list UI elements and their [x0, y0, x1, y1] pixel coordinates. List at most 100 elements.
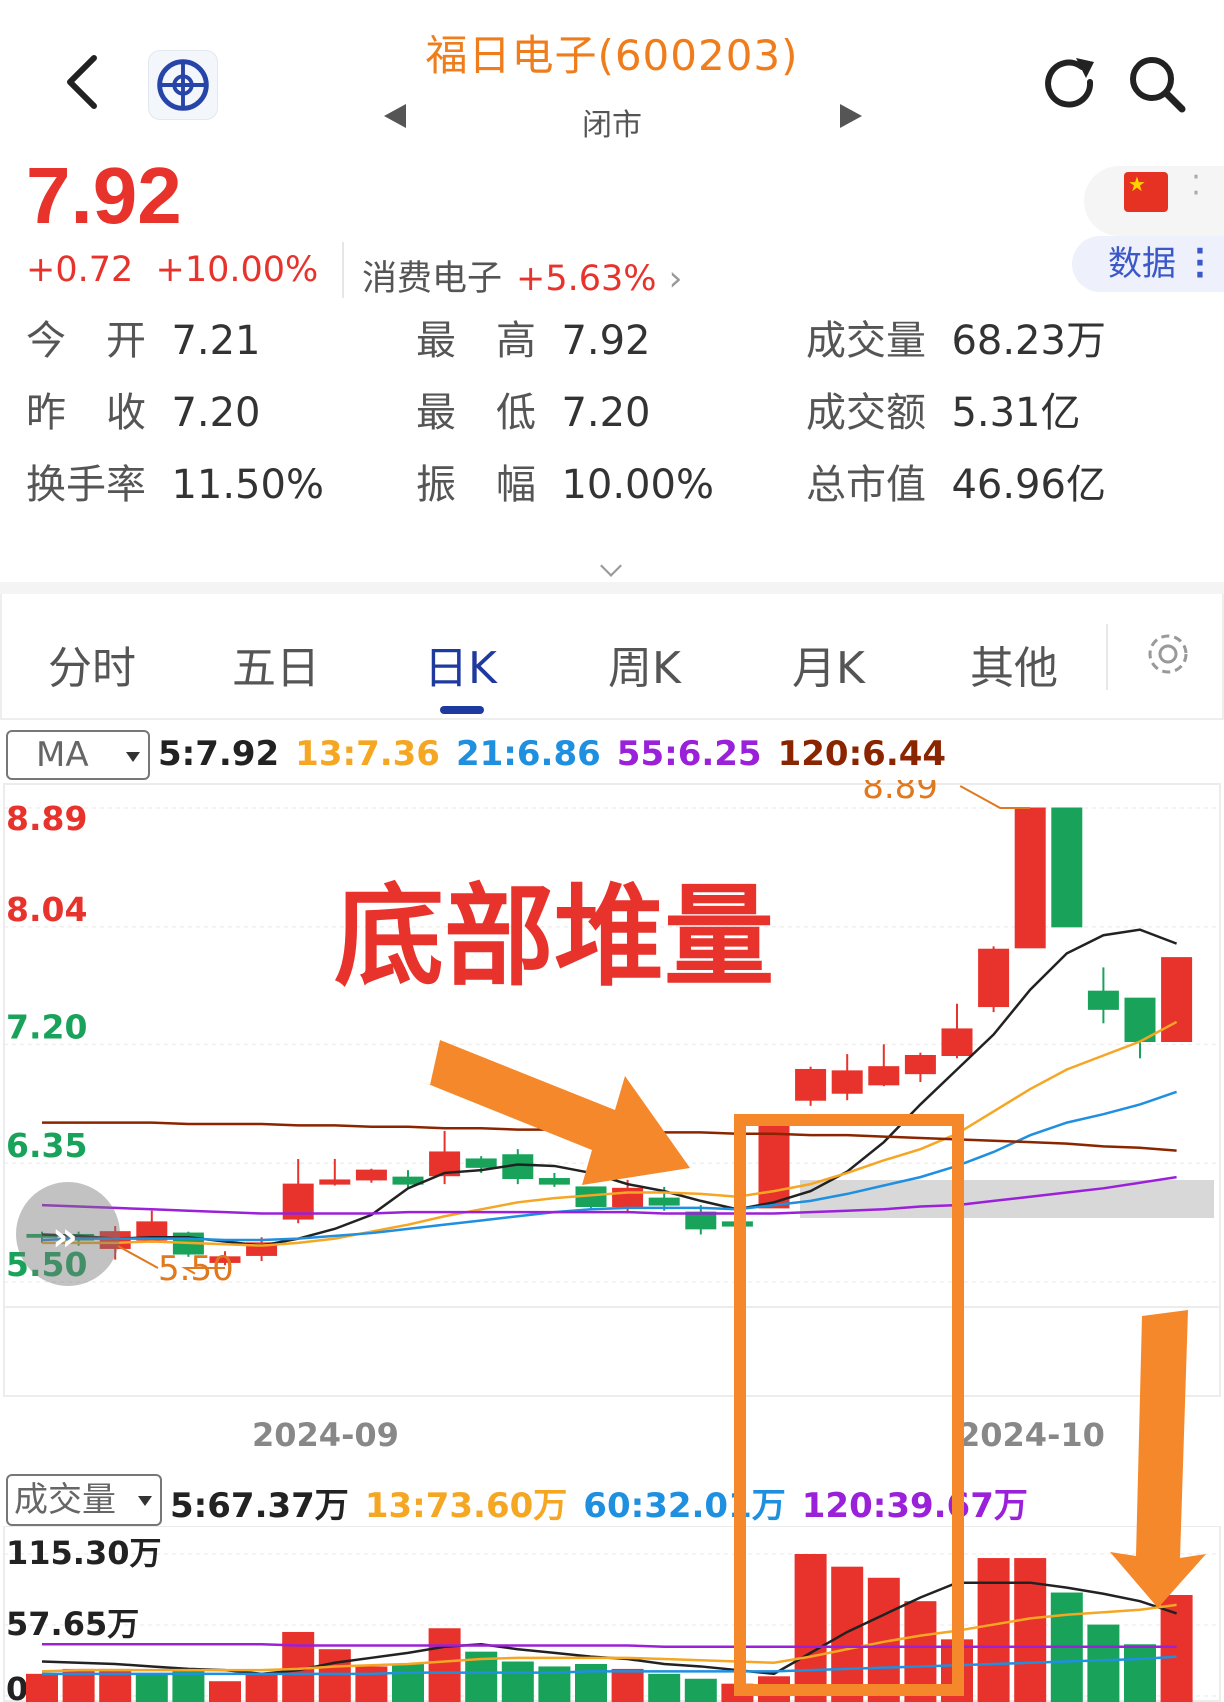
- volume-bar: [648, 1673, 681, 1702]
- dropdown-arrow-icon: [126, 752, 140, 762]
- volume-indicator-select[interactable]: 成交量: [6, 1474, 162, 1526]
- volume-ma-value: 5:67.37万: [170, 1486, 349, 1526]
- search-icon[interactable]: [1125, 52, 1189, 116]
- divider: [1106, 624, 1108, 690]
- price-change: +0.72 +10.00%: [26, 250, 318, 290]
- low-marker-label: 5.50: [158, 1249, 234, 1289]
- volume-bar: [758, 1676, 790, 1702]
- sector-link[interactable]: 消费电子 +5.63% ›: [362, 250, 683, 301]
- current-price: 7.92: [26, 151, 182, 240]
- volume-bar: [831, 1566, 864, 1702]
- chevron-right-icon: ›: [668, 259, 683, 299]
- y-tick-label: 8.04: [6, 890, 87, 929]
- change-percent: +10.00%: [155, 250, 319, 290]
- volume-chart[interactable]: 115.30万 57.65万 0: [0, 1526, 1224, 1702]
- candle: [978, 948, 1010, 1008]
- volume-bar: [794, 1554, 827, 1702]
- annotation-text: 底部堆量: [334, 873, 774, 1001]
- volume-y-tick-label: 0: [6, 1670, 28, 1702]
- candle: [1014, 807, 1046, 949]
- volume-ma-value: 13:73.60万: [364, 1486, 568, 1526]
- candle: [721, 1221, 753, 1227]
- candle: [941, 1028, 973, 1056]
- x-tick-label: 2024-10: [958, 1416, 1105, 1454]
- candle: [538, 1178, 570, 1185]
- section-gap: [0, 582, 1224, 594]
- stat-high: 最 高 7.92: [416, 318, 651, 364]
- volume-bar: [26, 1673, 58, 1702]
- stat-open: 今 开 7.21: [26, 318, 261, 364]
- volume-ma-value: 120:39.67万: [801, 1486, 1028, 1526]
- high-marker-line: [959, 785, 1031, 809]
- volume-y-tick-label: 57.65万: [6, 1605, 139, 1643]
- y-tick-label: 6.35: [6, 1126, 87, 1165]
- volume-bar: [1124, 1644, 1156, 1702]
- high-marker-label: 8.89: [862, 780, 938, 807]
- volume-bar: [977, 1558, 1010, 1702]
- candle: [795, 1068, 827, 1101]
- tab-weekly-k[interactable]: 周K: [608, 632, 681, 696]
- chart-tabs: 分时 五日 日K 周K 月K 其他: [0, 594, 1224, 720]
- volume-bar: [1014, 1558, 1047, 1702]
- y-tick-label: 7.20: [6, 1007, 87, 1046]
- volume-bar: [501, 1661, 534, 1702]
- sector-name: 消费电子: [362, 259, 503, 299]
- active-tab-indicator: [440, 706, 484, 714]
- ma-value: 55:6.25: [616, 734, 762, 774]
- candle: [758, 1123, 790, 1209]
- candle: [904, 1054, 936, 1075]
- volume-bar: [611, 1668, 644, 1702]
- stat-amount: 成交额 5.31亿: [806, 390, 1081, 436]
- tab-intraday[interactable]: 分时: [48, 632, 136, 696]
- volume-y-tick-label: 115.30万: [6, 1534, 162, 1572]
- low-marker-line: [117, 1245, 159, 1269]
- candle: [355, 1169, 387, 1181]
- x-tick-label: 2024-09: [252, 1416, 399, 1454]
- ma-value: 5:7.92: [158, 734, 280, 774]
- stat-amplitude: 振 幅 10.00%: [416, 462, 714, 508]
- stat-prev-close: 昨 收 7.20: [26, 390, 261, 436]
- dropdown-arrow-icon: [138, 1496, 152, 1506]
- indicator-select[interactable]: MA: [6, 730, 150, 780]
- tab-daily-k[interactable]: 日K: [424, 632, 497, 696]
- tab-five-day[interactable]: 五日: [232, 632, 320, 696]
- volume-ma-value: 60:32.01万: [583, 1486, 786, 1526]
- volume-bar: [1087, 1624, 1120, 1702]
- expand-chevron-icon[interactable]: [600, 555, 622, 577]
- volume-bar: [721, 1683, 754, 1702]
- candle: [831, 1070, 863, 1094]
- volume-ma-legend: 5:67.37万 13:73.60万 60:32.01万 120:39.67万: [170, 1478, 1044, 1527]
- volume-bar: [941, 1639, 973, 1702]
- stat-market-cap: 总市值 46.96亿: [806, 462, 1106, 508]
- candle: [648, 1197, 680, 1206]
- tab-monthly-k[interactable]: 月K: [792, 632, 865, 696]
- volume-bar: [245, 1673, 278, 1702]
- volume-bar: [1160, 1595, 1193, 1702]
- volume-bar: [904, 1601, 937, 1702]
- ma-value: 13:7.36: [295, 734, 440, 774]
- stat-turnover: 换手率 11.50%: [26, 462, 324, 508]
- stat-low: 最 低 7.20: [416, 390, 651, 436]
- volume-bar: [318, 1649, 351, 1702]
- candle: [612, 1187, 644, 1207]
- candle: [868, 1066, 900, 1086]
- more-vertical-icon[interactable]: · · ·: [1190, 237, 1210, 291]
- volume-bar: [428, 1628, 461, 1702]
- candle: [319, 1179, 351, 1185]
- stat-volume: 成交量 68.23万: [806, 318, 1106, 364]
- volume-bar: [209, 1681, 241, 1702]
- next-stock-arrow-icon[interactable]: [840, 104, 862, 128]
- double-chevron-icon: »: [52, 1214, 78, 1260]
- ma-value: 120:6.44: [777, 734, 947, 774]
- candle: [465, 1158, 497, 1168]
- refresh-icon[interactable]: [1038, 52, 1102, 116]
- y-tick-label: 8.89: [6, 799, 87, 838]
- gear-icon[interactable]: [1142, 628, 1194, 680]
- kline-chart[interactable]: 8.898.047.206.355.502024-092024-108.895.…: [0, 780, 1224, 1472]
- tab-other[interactable]: 其他: [970, 632, 1058, 696]
- volume-bar: [392, 1663, 424, 1702]
- volume-bar: [575, 1663, 607, 1702]
- more-icon[interactable]: · ·: [1186, 163, 1206, 209]
- ma-value: 21:6.86: [455, 734, 601, 774]
- flag-star-icon: ★: [1128, 172, 1146, 196]
